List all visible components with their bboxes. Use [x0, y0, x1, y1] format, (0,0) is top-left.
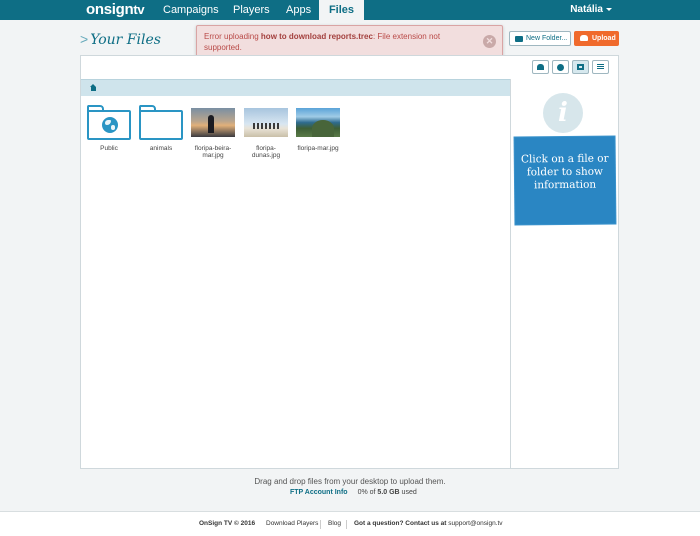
grid-icon: [577, 64, 584, 70]
list-view-button[interactable]: [592, 60, 609, 74]
contact-text: Got a question? Contact us at support@on…: [354, 520, 503, 527]
page-title: > Your Files: [80, 31, 161, 48]
divider: [320, 520, 321, 529]
divider: [346, 520, 347, 529]
file-label: floripa-dunas.jpg: [251, 145, 281, 159]
download-players-link[interactable]: Download Players: [266, 512, 318, 536]
support-email-link[interactable]: support@onsign.tv: [448, 520, 502, 527]
nav-apps[interactable]: Apps: [286, 0, 311, 20]
close-icon[interactable]: ✕: [483, 35, 496, 48]
copyright: OnSign TV © 2016: [199, 520, 256, 527]
folder-icon: [139, 105, 183, 140]
chevron-down-icon: [606, 7, 612, 11]
drag-drop-hint: Drag and drop files from your desktop to…: [254, 477, 446, 486]
grid-view-button[interactable]: [572, 60, 589, 74]
file-label: floripa-mar.jpg: [297, 145, 339, 152]
file-label: floripa-beira-mar.jpg: [194, 145, 232, 159]
user-menu[interactable]: Natália: [570, 0, 612, 20]
page-footer: OnSign TV © 2016 Download Players Blog G…: [0, 511, 700, 536]
divider: [510, 79, 511, 469]
user-name: Natália: [570, 4, 603, 15]
image-thumbnail: [296, 108, 340, 137]
info-icon: i: [543, 93, 583, 133]
breadcrumb: [81, 79, 510, 96]
storage-info: FTP Account Info 0% of 5.0 GB used: [290, 489, 417, 496]
new-folder-button[interactable]: New Folder...: [509, 31, 571, 46]
file-label: animals: [149, 145, 173, 152]
info-toggle-button[interactable]: [552, 60, 569, 74]
chevron-right-icon: >: [80, 31, 89, 47]
nav-campaigns[interactable]: Campaigns: [163, 0, 219, 20]
view-toolbar: [532, 60, 612, 74]
image-thumbnail: [191, 108, 235, 137]
image-thumbnail: [244, 108, 288, 137]
info-icon: [557, 64, 564, 71]
folder-icon: [515, 36, 523, 42]
ftp-account-link[interactable]: FTP Account Info: [290, 489, 348, 496]
folder-globe-icon: [87, 105, 131, 140]
file-browser-panel: Public animals floripa-beira-mar.jpg flo…: [80, 55, 619, 469]
cloud-upload-icon: [580, 35, 588, 41]
logo[interactable]: onsigntv: [86, 0, 145, 20]
file-item-floripa-beira-mar[interactable]: floripa-beira-mar.jpg: [185, 105, 241, 159]
file-item-animals[interactable]: animals: [133, 105, 189, 152]
file-label: Public: [100, 145, 118, 152]
home-icon[interactable]: [90, 84, 97, 91]
top-navbar: onsigntv Campaigns Players Apps Files Na…: [0, 0, 700, 20]
nav-files[interactable]: Files: [319, 0, 364, 20]
list-icon: [597, 64, 604, 65]
blog-link[interactable]: Blog: [328, 512, 341, 536]
file-item-floripa-dunas[interactable]: floripa-dunas.jpg: [238, 105, 294, 159]
info-placeholder-card: Click on a file or folder to show inform…: [514, 136, 616, 225]
error-filename: how to download reports.trec: [260, 32, 373, 41]
upload-button[interactable]: Upload: [574, 31, 619, 46]
file-item-floripa-mar[interactable]: floripa-mar.jpg: [290, 105, 346, 152]
user-filter-button[interactable]: [532, 60, 549, 74]
nav-players[interactable]: Players: [233, 0, 270, 20]
user-icon: [537, 64, 544, 70]
file-item-public[interactable]: Public: [81, 105, 137, 152]
